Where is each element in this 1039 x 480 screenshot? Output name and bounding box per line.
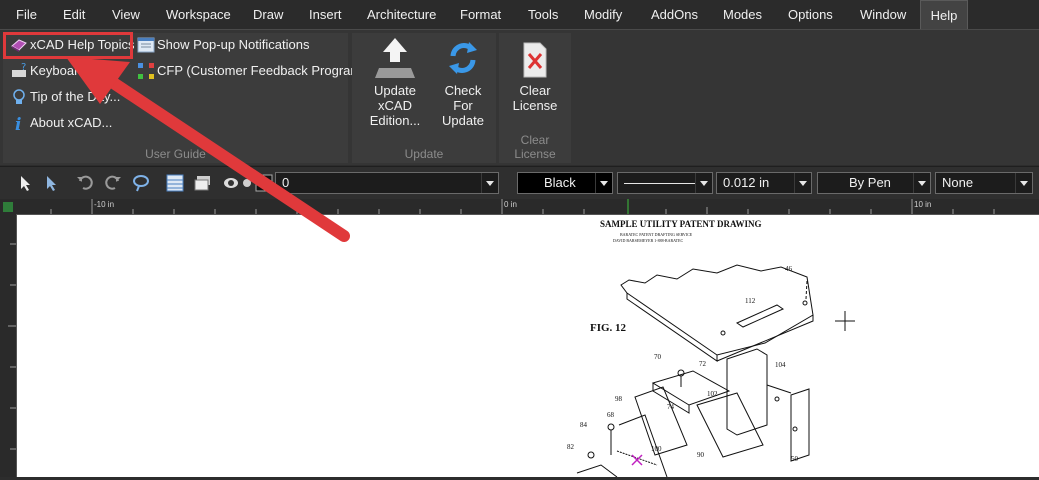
chevron-down-icon[interactable]: [1015, 173, 1032, 193]
clear-license-button[interactable]: Clear License: [503, 40, 567, 113]
menu-draw[interactable]: Draw: [253, 0, 283, 29]
lightbulb-icon: [10, 88, 28, 106]
info-icon: i: [10, 114, 28, 135]
color-select[interactable]: Black: [517, 172, 613, 194]
refresh-icon: [434, 36, 492, 83]
lasso-icon[interactable]: [130, 172, 152, 194]
line-style-preview: [624, 183, 696, 184]
drawing-canvas[interactable]: SAMPLE UTILITY PATENT DRAWING BARATEC PA…: [17, 215, 1039, 477]
patent-drawing: [576, 264, 855, 477]
part-label-100: 100: [651, 445, 662, 453]
update-edition-button[interactable]: Update xCAD Edition...: [356, 36, 434, 128]
notification-window-icon: [137, 36, 155, 54]
ruler-corner[interactable]: [0, 199, 16, 214]
update-edition-label-1: Update xCAD: [374, 83, 416, 113]
node-select-icon[interactable]: [40, 172, 62, 194]
annotation-highlight-box: [3, 32, 133, 59]
part-label-72: 72: [699, 360, 706, 368]
delete-document-icon: [503, 40, 567, 83]
menu-bar: File Edit View Workspace Draw Insert Arc…: [0, 0, 1039, 29]
line-width-select[interactable]: 0.012 in: [716, 172, 812, 194]
color-select-value: Black: [544, 175, 576, 190]
part-label-90: 90: [697, 451, 704, 459]
fill-select-value: None: [942, 175, 974, 190]
part-label-104: 104: [775, 361, 786, 369]
user-guide-group-label: User Guide: [145, 147, 206, 161]
part-label-50: 50: [791, 455, 798, 463]
pen-select-value: By Pen: [849, 175, 891, 190]
clear-license-group-label: Clear License: [514, 133, 556, 161]
select-pointer-icon[interactable]: [14, 172, 36, 194]
feedback-arrows-icon: [137, 62, 155, 80]
svg-text:?: ?: [21, 62, 26, 73]
chevron-down-icon[interactable]: [595, 173, 612, 193]
layer-select-value: 0: [282, 175, 290, 190]
part-label-102: 102: [707, 390, 718, 398]
undo-icon[interactable]: [74, 172, 96, 194]
menu-view[interactable]: View: [112, 0, 140, 29]
vertical-ruler[interactable]: [0, 214, 17, 477]
part-label-84: 84: [580, 421, 587, 429]
part-label-46: 46: [785, 265, 792, 273]
part-label-70: 70: [654, 353, 661, 361]
redo-icon[interactable]: [102, 172, 124, 194]
check-update-label-2: Update: [442, 113, 484, 128]
menu-options[interactable]: Options: [788, 0, 833, 29]
layer-select[interactable]: 0: [275, 172, 499, 194]
clear-license-label-2: License: [512, 98, 558, 113]
about-label: About xCAD...: [30, 115, 113, 130]
upload-arrow-icon: [356, 36, 434, 83]
update-edition-label-2: Edition...: [369, 113, 421, 128]
chevron-down-icon[interactable]: [695, 173, 712, 193]
fill-select[interactable]: None: [935, 172, 1033, 194]
chevron-down-icon[interactable]: [481, 173, 498, 193]
ribbon: User Guide xCAD Help Topics ? Keyboard T…: [0, 29, 1039, 165]
svg-text:i: i: [15, 115, 21, 132]
ruler-label-right: 10 in: [914, 200, 932, 209]
menu-file[interactable]: File: [16, 0, 37, 29]
part-label-74: 74: [667, 403, 674, 411]
menu-format[interactable]: Format: [460, 0, 501, 29]
menu-insert[interactable]: Insert: [309, 0, 342, 29]
layers-stack-icon[interactable]: [192, 172, 214, 194]
popup-notifications-label: Show Pop-up Notifications: [157, 37, 310, 52]
part-label-112: 112: [745, 297, 756, 305]
clear-license-label-1: Clear: [519, 83, 551, 98]
chevron-down-icon[interactable]: [794, 173, 811, 193]
menu-addons[interactable]: AddOns: [651, 0, 698, 29]
menu-tools[interactable]: Tools: [528, 0, 558, 29]
property-toolbar: 0 Black 0.012 in By Pen None: [0, 166, 1039, 199]
chevron-down-icon[interactable]: [913, 173, 930, 193]
cfp-label: CFP (Customer Feedback Program): [157, 63, 366, 78]
part-label-82: 82: [567, 443, 574, 451]
horizontal-ruler[interactable]: -10 in 0 in 10 in: [16, 199, 1039, 215]
menu-edit[interactable]: Edit: [63, 0, 85, 29]
menu-modify[interactable]: Modify: [584, 0, 622, 29]
check-update-button[interactable]: Check For Update: [434, 36, 492, 128]
menu-help[interactable]: Help: [920, 0, 968, 29]
layer-color-swatch[interactable]: [254, 172, 276, 194]
part-label-68: 68: [607, 411, 614, 419]
part-label-98: 98: [615, 395, 622, 403]
tip-of-day-label: Tip of the Day...: [30, 89, 121, 104]
line-style-select[interactable]: [617, 172, 713, 194]
ruler-label-left: -10 in: [94, 200, 115, 209]
update-group-label: Update: [404, 147, 444, 161]
keyboard-icon: ?: [10, 62, 28, 80]
ruler-label-center: 0 in: [504, 200, 517, 209]
menu-modes[interactable]: Modes: [723, 0, 762, 29]
menu-window[interactable]: Window: [860, 0, 906, 29]
pen-select[interactable]: By Pen: [817, 172, 931, 194]
menu-workspace[interactable]: Workspace: [166, 0, 231, 29]
menu-architecture[interactable]: Architecture: [367, 0, 436, 29]
line-width-value: 0.012 in: [723, 175, 770, 190]
keyboard-label: Keyboard: [30, 63, 86, 78]
layer-manager-icon[interactable]: [164, 172, 186, 194]
check-update-label-1: Check For: [444, 83, 482, 113]
